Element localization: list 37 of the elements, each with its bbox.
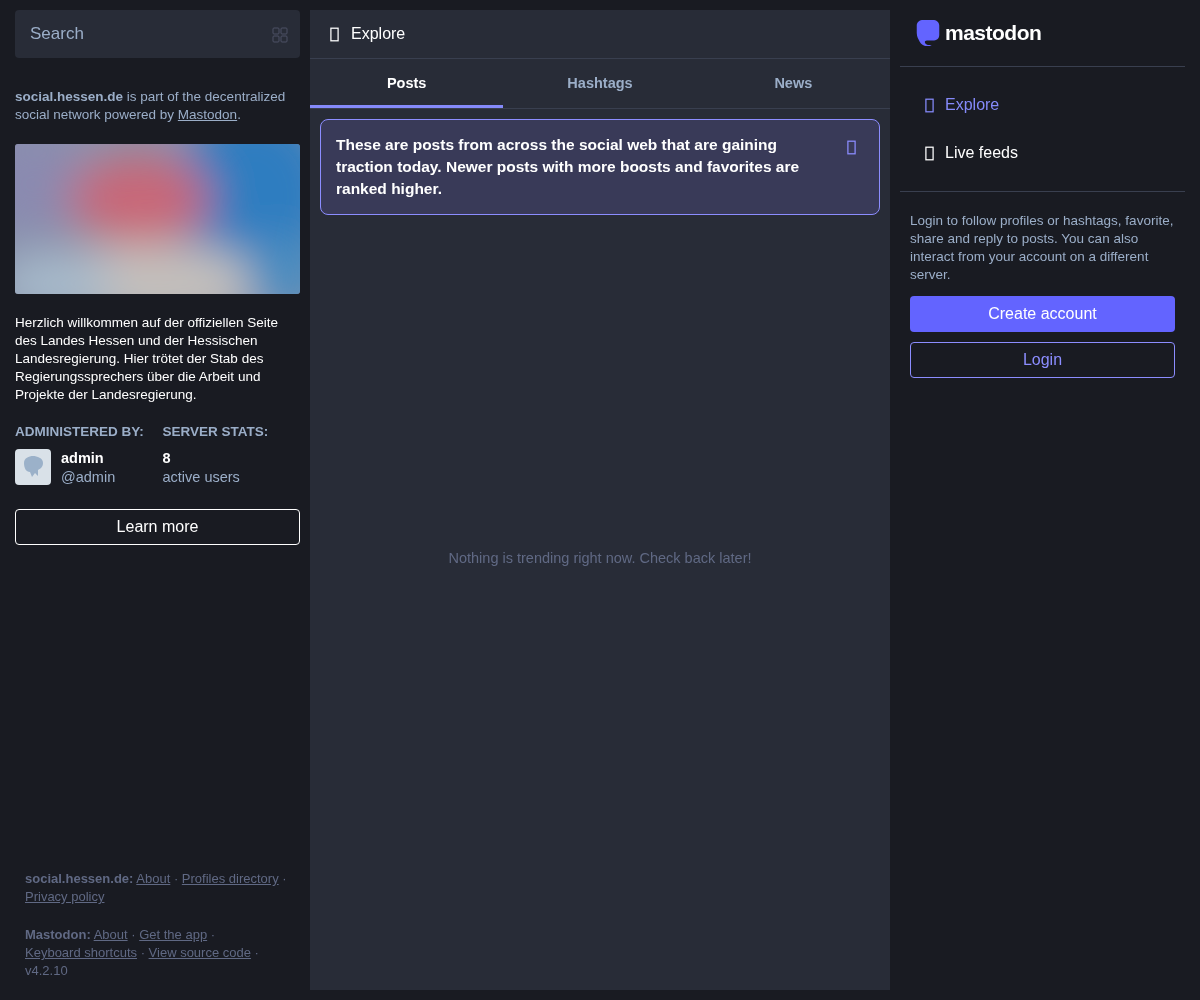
notice-text: These are posts from across the social web that are gaining traction today. Newer posts with more boosts and favorites are ranked higher. — [336, 135, 801, 199]
tab[interactable]: Posts — [310, 59, 504, 108]
footer-text: Mastodon: About · Get the app · Keyboard shortcuts · View source code · v4.2.10 — [25, 926, 260, 980]
intro-text: social.hessen.de is part of the decentralized social network powered by Mastodon. — [15, 88, 287, 124]
grid-icon — [272, 27, 288, 43]
description-text: Herzlich willkommen auf der offiziellen Seite des Landes Hessen und der Hessischen Landesregierung. Hier trötet der Stab des Regierungssprechers über die Arbeit und Projekte der Landesregierung. — [15, 314, 280, 404]
nav-link[interactable]: Explore — [900, 81, 1025, 129]
empty-box-icon — [330, 26, 339, 42]
create-account-button[interactable]: Create account — [910, 296, 1175, 332]
empty-message: Nothing is trending right now. Check back later! — [448, 549, 752, 566]
mastodon-link[interactable]: Mastodon — [177, 107, 238, 122]
empty-box-icon — [925, 97, 934, 113]
login-hint-text: Login to follow profiles or hashtags, favorite, share and reply to posts. You can also interact from your account on a different server. — [910, 212, 1175, 284]
footer-link[interactable]: Privacy policy — [25, 889, 105, 904]
section-heading: ADMINISTERED BY: — [15, 424, 145, 439]
stat-value: 8 — [162, 449, 172, 468]
search-field[interactable]: Search — [15, 10, 300, 58]
tab[interactable]: Hashtags — [503, 59, 697, 108]
footer-text: social.hessen.de: About · Profiles directory · Privacy policy — [25, 870, 288, 906]
dismiss-icon[interactable] — [847, 140, 856, 155]
admin-name[interactable]: admin — [61, 449, 116, 468]
section-heading: SERVER STATS: — [162, 424, 270, 439]
footer-link[interactable]: Get the app — [139, 927, 208, 942]
footer-link[interactable]: Keyboard shortcuts — [25, 945, 137, 960]
footer-link[interactable]: View source code — [148, 945, 251, 960]
empty-box-icon — [925, 145, 934, 161]
footer-link[interactable]: About — [136, 871, 171, 886]
column-title: Explore — [351, 25, 406, 43]
footer-link[interactable]: Profiles directory — [181, 871, 279, 886]
stat-label: active users — [162, 468, 241, 487]
login-button[interactable]: Login — [910, 342, 1175, 378]
footer-link[interactable]: About — [93, 927, 128, 942]
learn-more-button[interactable]: Learn more — [15, 509, 300, 545]
logo[interactable]: mastodon — [900, 10, 1042, 66]
admin-handle: @admin — [61, 468, 116, 487]
tab[interactable]: News — [696, 59, 890, 108]
nav-link[interactable]: Live feeds — [900, 129, 1043, 177]
